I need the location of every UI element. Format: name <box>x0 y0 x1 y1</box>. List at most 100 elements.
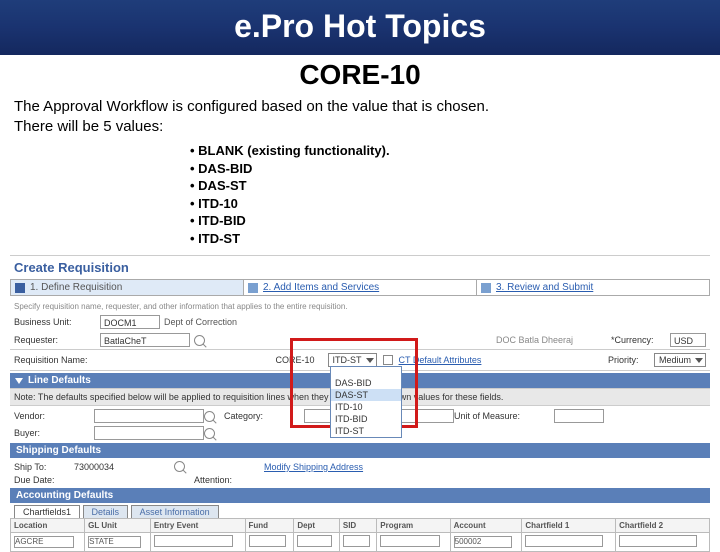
cell-entryevent[interactable] <box>154 535 233 547</box>
input-uom[interactable] <box>554 409 604 423</box>
row-requester: Requester: BatlaCheT DOC Batla Dheeraj *… <box>10 331 710 349</box>
label-requester: Requester: <box>14 335 96 345</box>
label-shipto: Ship To: <box>14 462 74 472</box>
value-item: • ITD-BID <box>190 212 720 230</box>
input-currency[interactable]: USD <box>670 333 706 347</box>
checkbox-default-attr[interactable] <box>383 355 393 365</box>
core10-dropdown-list[interactable]: DAS-BID DAS-ST ITD-10 ITD-BID ITD-ST <box>330 366 402 438</box>
step-label: 1. Define Requisition <box>30 282 122 293</box>
accounting-defaults-header[interactable]: Accounting Defaults <box>10 488 710 503</box>
col-entryevent: Entry Event <box>150 519 245 533</box>
tab-asset[interactable]: Asset Information <box>131 505 219 518</box>
bu-description: Dept of Correction <box>164 317 237 327</box>
value-item: • ITD-ST <box>190 230 720 248</box>
core10-dropdown[interactable]: ITD-ST <box>328 353 377 367</box>
dropdown-option[interactable]: ITD-10 <box>331 401 401 413</box>
lookup-icon[interactable] <box>194 335 205 346</box>
step-icon <box>248 283 258 293</box>
intro-text: Specify requisition name, requester, and… <box>10 300 710 313</box>
value-item: • DAS-ST <box>190 177 720 195</box>
slide-title-main: e.Pro Hot Topics <box>0 8 720 45</box>
cell-location[interactable]: AGCRE <box>14 536 74 548</box>
col-sid: SID <box>339 519 376 533</box>
title-banner: e.Pro Hot Topics <box>0 0 720 55</box>
value-item: • ITD-10 <box>190 195 720 213</box>
col-fund: Fund <box>245 519 294 533</box>
table-header-row: Location GL Unit Entry Event Fund Dept S… <box>11 519 710 533</box>
row-req-name: Requisition Name: CORE-10 ITD-ST CT Defa… <box>10 349 710 371</box>
label-currency-corner: DOC Batla Dheeraj <box>496 335 573 345</box>
col-program: Program <box>377 519 450 533</box>
cell-fund[interactable] <box>249 535 287 547</box>
dropdown-option[interactable]: ITD-ST <box>331 425 401 437</box>
dropdown-option[interactable]: DAS-ST <box>331 389 401 401</box>
create-requisition-title: Create Requisition <box>10 256 710 277</box>
input-bu[interactable]: DOCM1 <box>100 315 160 329</box>
lookup-icon[interactable] <box>204 411 215 422</box>
core10-selected-value: ITD-ST <box>333 355 362 365</box>
label-req-name: Requisition Name: <box>14 355 88 365</box>
table-row: AGCRE STATE 500002 <box>11 533 710 552</box>
col-account: Account <box>450 519 522 533</box>
step-add-items[interactable]: 2. Add Items and Services <box>244 280 477 295</box>
step-icon <box>15 283 25 293</box>
lookup-icon[interactable] <box>204 428 215 439</box>
acct-tabs: Chartfields1 Details Asset Information <box>10 503 710 518</box>
description-line1: The Approval Workflow is configured base… <box>14 97 706 117</box>
priority-value: Medium <box>659 355 691 365</box>
cell-account[interactable]: 500002 <box>454 536 512 548</box>
label-core10: CORE-10 <box>276 355 322 365</box>
description-block: The Approval Workflow is configured base… <box>0 91 720 138</box>
cell-cf2[interactable] <box>619 535 697 547</box>
description-line2: There will be 5 values: <box>14 117 706 137</box>
input-vendor[interactable] <box>94 409 204 423</box>
step-define-requisition[interactable]: 1. Define Requisition <box>11 280 244 295</box>
label-buyer: Buyer: <box>14 428 94 438</box>
row-business-unit: Business Unit: DOCM1 Dept of Correction <box>10 313 710 331</box>
shipping-defaults-header[interactable]: Shipping Defaults <box>10 443 710 458</box>
col-glunit: GL Unit <box>85 519 151 533</box>
label-business-unit: Business Unit: <box>14 317 96 327</box>
header-label: Line Defaults <box>28 375 91 386</box>
input-requester[interactable]: BatlaCheT <box>100 333 190 347</box>
cell-dept[interactable] <box>297 535 332 547</box>
chevron-down-icon <box>695 358 703 363</box>
cell-program[interactable] <box>380 535 440 547</box>
col-location: Location <box>11 519 85 533</box>
value-item: • DAS-BID <box>190 160 720 178</box>
tab-details[interactable]: Details <box>83 505 129 518</box>
cell-cf1[interactable] <box>525 535 603 547</box>
dropdown-option[interactable]: DAS-BID <box>331 377 401 389</box>
col-dept: Dept <box>294 519 340 533</box>
label-uom: Unit of Measure: <box>454 411 554 421</box>
expand-icon <box>15 378 23 384</box>
step-label: 2. Add Items and Services <box>263 282 379 293</box>
link-modify-shipping[interactable]: Modify Shipping Address <box>264 462 464 472</box>
lookup-icon[interactable] <box>174 461 185 472</box>
col-cf2: Chartfield 2 <box>616 519 710 533</box>
priority-dropdown[interactable]: Medium <box>654 353 706 367</box>
label-vendor: Vendor: <box>14 411 94 421</box>
label-category: Category: <box>224 411 304 421</box>
link-default-attributes[interactable]: CT Default Attributes <box>399 355 482 365</box>
dropdown-option[interactable]: ITD-BID <box>331 413 401 425</box>
label-duedate: Due Date: <box>14 475 74 485</box>
value-item: • BLANK (existing functionality). <box>190 142 720 160</box>
step-review-submit[interactable]: 3. Review and Submit <box>477 280 709 295</box>
label-priority: Priority: <box>608 355 648 365</box>
tab-chartfields[interactable]: Chartfields1 <box>14 505 80 518</box>
step-icon <box>481 283 491 293</box>
input-buyer[interactable] <box>94 426 204 440</box>
col-cf1: Chartfield 1 <box>522 519 616 533</box>
chevron-down-icon <box>366 358 374 363</box>
dropdown-option[interactable] <box>331 367 401 377</box>
label-attention: Attention: <box>194 475 264 485</box>
accounting-table: Location GL Unit Entry Event Fund Dept S… <box>10 518 710 552</box>
wizard-steps: 1. Define Requisition 2. Add Items and S… <box>10 279 710 296</box>
cell-sid[interactable] <box>343 535 370 547</box>
cell-glunit[interactable]: STATE <box>88 536 141 548</box>
step-label: 3. Review and Submit <box>496 282 593 293</box>
shipping-grid: Ship To: 73000034 Modify Shipping Addres… <box>10 458 710 488</box>
values-list: • BLANK (existing functionality). • DAS-… <box>0 138 720 255</box>
input-shipto[interactable]: 73000034 <box>74 462 174 472</box>
